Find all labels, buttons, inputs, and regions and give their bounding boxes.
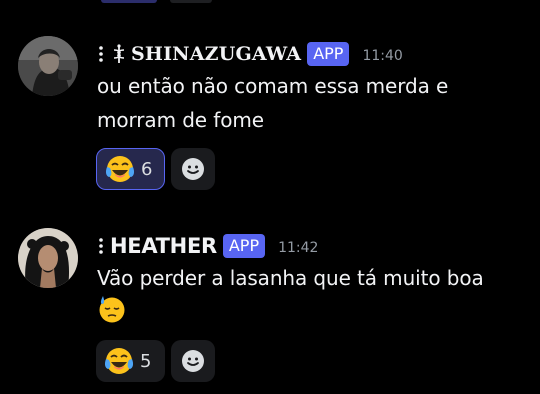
reaction-count: 5 [140, 350, 152, 372]
reaction-button[interactable]: 5 [96, 340, 165, 382]
app-badge: APP [222, 234, 266, 258]
timestamp[interactable]: 11:42 [278, 240, 318, 256]
message-text-line: ou então não comam essa merda e [97, 74, 449, 98]
face-with-tears-of-joy-icon [104, 346, 134, 376]
message-text-line: Vão perder a lasanha que tá muito boa [97, 266, 484, 290]
add-reaction-button[interactable] [171, 340, 215, 382]
avatar-image [18, 36, 78, 96]
message-text-line: morram de fome [97, 108, 264, 132]
smiley-add-icon [182, 350, 204, 372]
message-header: HEATHER APP 11:42 [96, 232, 318, 260]
caduceus-icon [110, 43, 128, 65]
message-header: SHINAZUGAWA APP 11:40 [96, 40, 403, 68]
app-badge: APP [307, 42, 350, 66]
smiley-add-icon [182, 158, 204, 180]
avatar[interactable] [18, 36, 78, 96]
reaction-button[interactable]: 6 [96, 148, 165, 190]
add-reaction-button[interactable] [171, 148, 215, 190]
username[interactable]: HEATHER [110, 234, 217, 258]
timestamp[interactable]: 11:40 [362, 48, 402, 64]
downcast-face-with-sweat-icon [97, 294, 127, 324]
face-with-tears-of-joy-icon [105, 154, 135, 184]
vertical-dots-icon [96, 235, 106, 257]
avatar-image [18, 228, 78, 288]
vertical-dots-icon [96, 43, 106, 65]
previous-add-reaction-stub [170, 0, 212, 3]
previous-reaction-stub [101, 0, 157, 3]
reaction-count: 6 [141, 158, 153, 180]
avatar[interactable] [18, 228, 78, 288]
username[interactable]: SHINAZUGAWA [131, 43, 301, 65]
